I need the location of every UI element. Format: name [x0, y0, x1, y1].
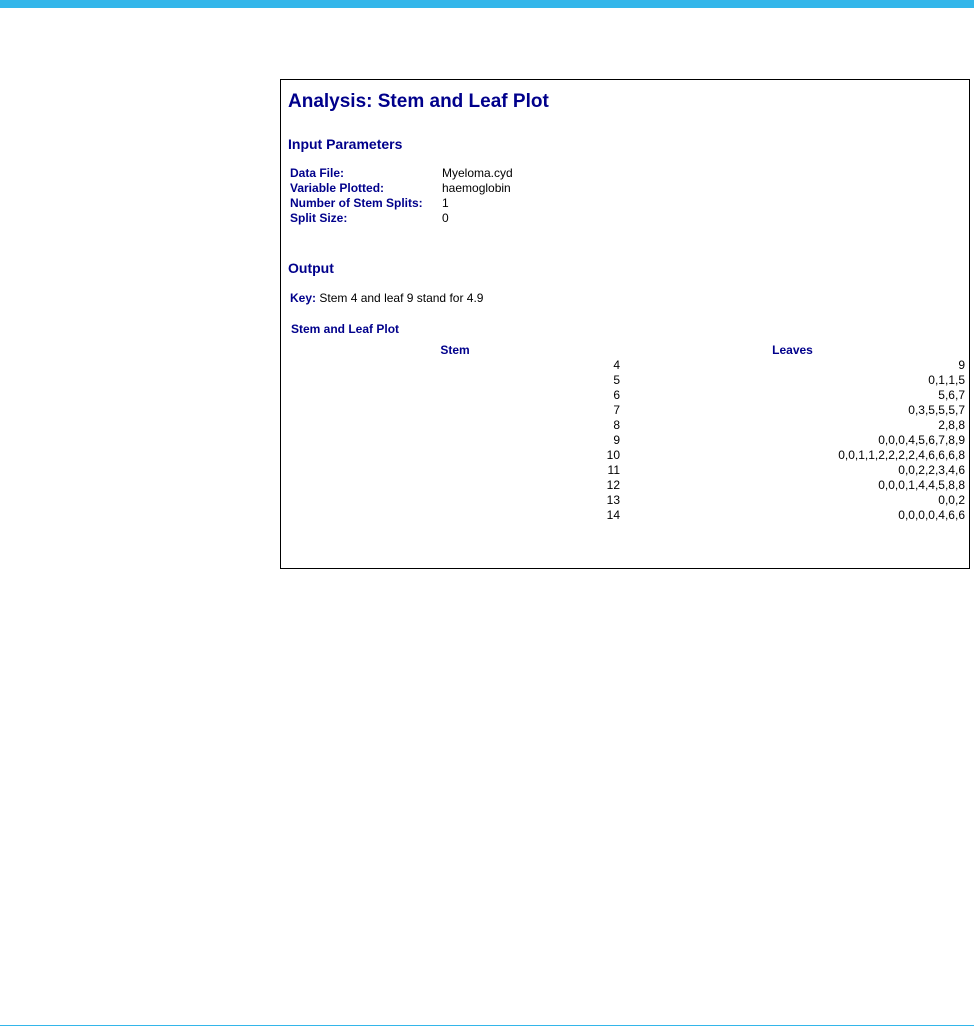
output-heading: Output	[288, 260, 334, 276]
table-row: 9 0,0,0,4,5,6,7,8,9	[290, 433, 965, 448]
key-text: Stem 4 and leaf 9 stand for 4.9	[319, 291, 484, 305]
stem-cell: 13	[606, 493, 620, 507]
leaves-cell: 0,1,1,5	[928, 373, 965, 387]
param-label: Variable Plotted:	[290, 181, 385, 195]
param-label: Data File:	[290, 166, 345, 180]
stem-cell: 5	[613, 373, 620, 387]
stem-cell: 4	[613, 358, 620, 372]
param-row-variable-plotted: Variable Plotted: haemoglobin	[290, 181, 513, 196]
leaves-cell: 0,0,0,1,4,4,5,8,8	[878, 478, 965, 492]
input-parameters-list: Data File: Myeloma.cyd Variable Plotted: h…	[290, 166, 513, 226]
page-title: Analysis: Stem and Leaf Plot	[288, 91, 549, 112]
leaves-column-header: Leaves	[772, 343, 813, 357]
table-row: 4 9	[290, 358, 965, 373]
param-label: Split Size:	[290, 211, 348, 225]
table-row: 10 0,0,1,1,2,2,2,2,4,6,6,6,8	[290, 448, 965, 463]
param-row-data-file: Data File: Myeloma.cyd	[290, 166, 513, 181]
leaves-cell: 0,0,1,1,2,2,2,2,4,6,6,6,8	[838, 448, 965, 462]
param-row-split-size: Split Size: 0	[290, 211, 513, 226]
stem-cell: 6	[613, 388, 620, 402]
key-line: Key: Stem 4 and leaf 9 stand for 4.9	[290, 291, 483, 305]
leaves-cell: 9	[958, 358, 965, 372]
param-value: 0	[442, 211, 449, 225]
leaves-cell: 0,3,5,5,5,7	[908, 403, 965, 417]
table-row: 7 0,3,5,5,5,7	[290, 403, 965, 418]
param-value: 1	[442, 196, 449, 210]
stem-leaf-table: Stem Leaves 4 9 5 0,1,1,5 6 5,6,7 7 0,3,…	[290, 343, 965, 523]
param-value: haemoglobin	[442, 181, 511, 195]
leaves-cell: 5,6,7	[938, 388, 965, 402]
leaves-cell: 0,0,2,2,3,4,6	[898, 463, 965, 477]
stem-cell: 9	[613, 433, 620, 447]
table-row: 13 0,0,2	[290, 493, 965, 508]
stem-cell: 14	[606, 508, 620, 522]
input-parameters-heading: Input Parameters	[288, 136, 403, 152]
stem-column-header: Stem	[440, 343, 470, 357]
stem-cell: 12	[606, 478, 620, 492]
param-row-stem-splits: Number of Stem Splits: 1	[290, 196, 513, 211]
leaves-cell: 0,0,2	[938, 493, 965, 507]
table-row: 8 2,8,8	[290, 418, 965, 433]
leaves-cell: 0,0,0,4,5,6,7,8,9	[878, 433, 965, 447]
leaves-cell: 2,8,8	[938, 418, 965, 432]
table-row: 12 0,0,0,1,4,4,5,8,8	[290, 478, 965, 493]
param-label: Number of Stem Splits:	[290, 196, 423, 210]
table-row: 14 0,0,0,0,4,6,6	[290, 508, 965, 523]
key-label: Key:	[290, 291, 317, 305]
table-row: 6 5,6,7	[290, 388, 965, 403]
stem-cell: 8	[613, 418, 620, 432]
plot-caption: Stem and Leaf Plot	[291, 322, 400, 336]
stem-cell: 7	[613, 403, 620, 417]
stem-cell: 10	[606, 448, 620, 462]
param-value: Myeloma.cyd	[442, 166, 513, 180]
table-row: 5 0,1,1,5	[290, 373, 965, 388]
bottom-accent-rule	[0, 1025, 974, 1026]
top-accent-bar	[0, 0, 974, 8]
table-header-row: Stem Leaves	[290, 343, 965, 358]
stem-cell: 11	[607, 463, 620, 477]
leaves-cell: 0,0,0,0,4,6,6	[898, 508, 965, 522]
table-row: 11 0,0,2,2,3,4,6	[290, 463, 965, 478]
analysis-panel: Analysis: Stem and Leaf Plot Input Param…	[280, 79, 970, 569]
